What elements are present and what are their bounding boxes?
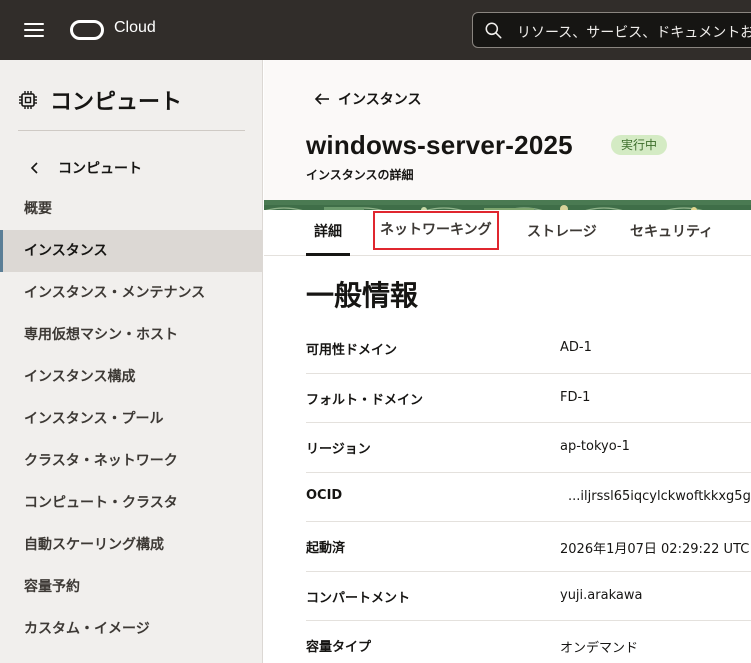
tab-bar: 詳細 ネットワーキング ストレージ セキュリティ — [264, 210, 751, 256]
page-title: windows-server-2025 — [306, 130, 573, 160]
main-content: インスタンス windows-server-2025 実行中 インスタンスの詳細… — [264, 60, 751, 663]
sidebar-item-compute-clusters[interactable]: コンピュート・クラスタ — [0, 482, 262, 524]
search-icon — [485, 22, 502, 39]
search-box[interactable]: リソース、サービス、ドキュメントお — [472, 12, 751, 48]
info-row: 可用性ドメイン AD-1 — [306, 324, 751, 374]
breadcrumb[interactable]: インスタンス — [314, 89, 421, 109]
decorative-pattern — [264, 200, 751, 210]
arrow-left-icon — [314, 93, 329, 105]
info-label: 起動済 — [306, 541, 346, 556]
tab-networking[interactable]: ネットワーキング — [373, 211, 499, 250]
general-info-table: 可用性ドメイン AD-1 フォルト・ドメイン FD-1 リージョン ap-tok… — [306, 324, 751, 663]
oracle-logo-icon[interactable] — [70, 20, 104, 40]
brand-name[interactable]: Cloud — [114, 19, 156, 37]
chevron-left-icon — [30, 162, 38, 174]
sidebar-item-dedicated-vm-hosts[interactable]: 専用仮想マシン・ホスト — [0, 314, 262, 356]
tab-storage[interactable]: ストレージ — [527, 210, 597, 256]
sidebar-item-overview[interactable]: 概要 — [0, 188, 262, 230]
sidebar-nav: 概要 インスタンス インスタンス・メンテナンス 専用仮想マシン・ホスト インスタ… — [0, 188, 262, 650]
sidebar-item-capacity-reservations[interactable]: 容量予約 — [0, 566, 262, 608]
info-value: AD-1 — [560, 340, 592, 355]
sidebar-back-link[interactable]: コンピュート — [30, 158, 142, 178]
info-row: 起動済 2026年1月07日 02:29:22 UTC — [306, 522, 751, 572]
page-header: インスタンス windows-server-2025 実行中 インスタンスの詳細 — [264, 60, 751, 206]
search-input[interactable]: リソース、サービス、ドキュメントお — [517, 22, 751, 42]
top-bar: Cloud リソース、サービス、ドキュメントお — [0, 0, 751, 60]
info-value: 2026年1月07日 02:29:22 UTC — [560, 542, 750, 557]
sidebar-item-instance-pools[interactable]: インスタンス・プール — [0, 398, 262, 440]
sidebar-item-instance-maintenance[interactable]: インスタンス・メンテナンス — [0, 272, 262, 314]
sidebar-header: コンピュート — [18, 84, 182, 116]
sidebar-item-instances[interactable]: インスタンス — [0, 230, 262, 272]
info-row: 容量タイプ オンデマンド — [306, 621, 751, 663]
sidebar-item-instance-configurations[interactable]: インスタンス構成 — [0, 356, 262, 398]
tab-details[interactable]: 詳細 — [306, 210, 350, 256]
info-row: リージョン ap-tokyo-1 — [306, 423, 751, 473]
sidebar: コンピュート コンピュート 概要 インスタンス インスタンス・メンテナンス 専用… — [0, 60, 263, 663]
info-value: FD-1 — [560, 389, 591, 405]
chip-icon — [19, 91, 37, 109]
info-label: コンパートメント — [306, 590, 411, 606]
info-label: フォルト・ドメイン — [306, 392, 424, 408]
hamburger-menu-icon[interactable] — [24, 23, 44, 39]
info-label: OCID — [306, 487, 343, 503]
info-row: OCID ...iljrssl65iqcylckwoftkkxg5gh — [306, 473, 751, 522]
sidebar-title: コンピュート — [50, 90, 183, 115]
info-row: コンパートメント yuji.arakawa — [306, 572, 751, 621]
sidebar-item-custom-images[interactable]: カスタム・イメージ — [0, 608, 262, 650]
sidebar-item-autoscaling[interactable]: 自動スケーリング構成 — [0, 524, 262, 566]
section-title: 一般情報 — [306, 279, 419, 312]
info-value: オンデマンド — [560, 641, 639, 656]
sidebar-item-cluster-networks[interactable]: クラスタ・ネットワーク — [0, 440, 262, 482]
info-label: 可用性ドメイン — [306, 343, 398, 358]
info-label: 容量タイプ — [306, 640, 372, 655]
sidebar-divider — [18, 130, 245, 131]
compartment-value[interactable]: yuji.arakawa — [560, 588, 642, 603]
info-label: リージョン — [306, 442, 371, 457]
page-subtitle: インスタンスの詳細 — [306, 168, 414, 182]
sidebar-back-label: コンピュート — [58, 161, 142, 177]
status-badge: 実行中 — [611, 135, 668, 155]
breadcrumb-label: インスタンス — [338, 92, 422, 108]
info-value: ap-tokyo-1 — [560, 439, 630, 454]
tab-security[interactable]: セキュリティ — [630, 210, 713, 256]
ocid-value[interactable]: ...iljrssl65iqcylckwoftkkxg5gh — [568, 489, 751, 504]
info-row: フォルト・ドメイン FD-1 — [306, 374, 751, 423]
